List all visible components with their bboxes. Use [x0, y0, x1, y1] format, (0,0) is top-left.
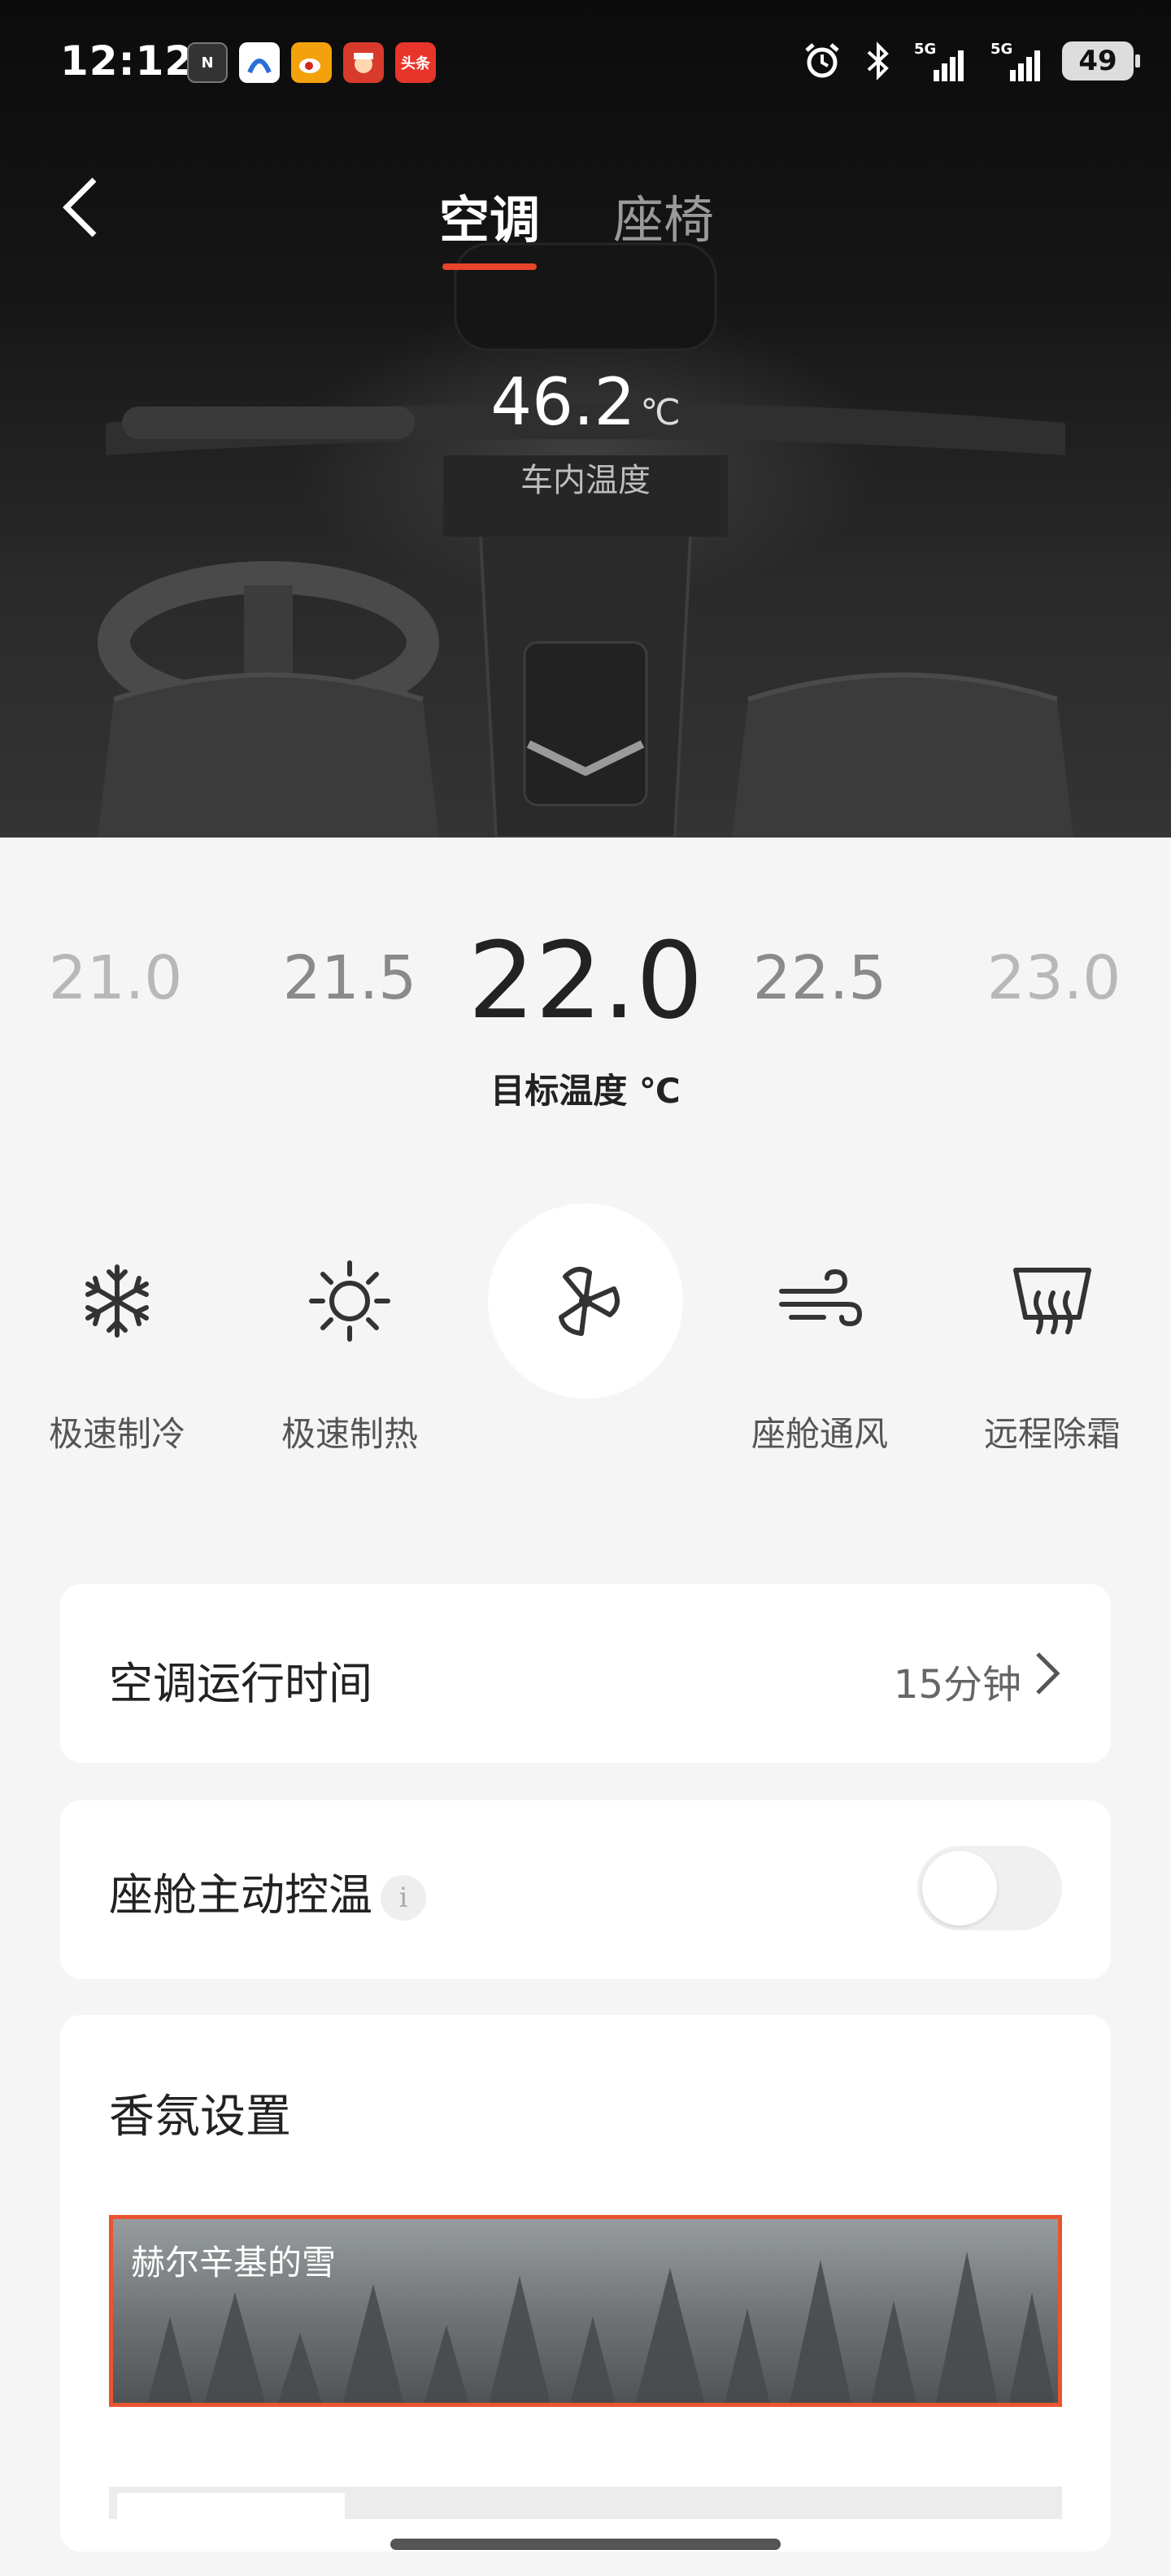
wind-icon: [779, 1268, 863, 1327]
snowflake-icon: [85, 1264, 149, 1338]
temp-option[interactable]: 21.0: [34, 943, 197, 1013]
home-indicator[interactable]: [390, 2539, 781, 2550]
ac-runtime-value: 15分钟: [893, 1662, 1021, 1708]
active-tab-indicator: [442, 263, 538, 270]
tab-air-conditioning[interactable]: 空调: [439, 179, 540, 270]
cabin-temperature: 46.2 ℃: [0, 364, 1171, 440]
mode-label: 极速制热: [281, 1414, 418, 1454]
signal-5g-icon-2: 5G: [986, 37, 1043, 85]
temp-option[interactable]: 22.5: [738, 943, 901, 1013]
status-bar: 12:12 N 头条 5G 5G 49: [0, 0, 1171, 130]
mode-cabin-ventilation[interactable]: 座舱通风: [714, 1203, 925, 1472]
cabin-temperature-unit: ℃: [640, 392, 681, 433]
aroma-tabs-strip: [109, 2487, 1062, 2519]
chevron-right-icon: [1036, 1652, 1060, 1695]
active-temp-control-toggle[interactable]: [917, 1846, 1062, 1930]
toggle-knob: [922, 1851, 997, 1925]
active-temp-control-label: 座舱主动控温: [109, 1869, 372, 1921]
mode-label: 极速制冷: [48, 1414, 185, 1454]
target-temperature-picker[interactable]: 21.0 21.5 22.0 22.5 23.0: [0, 919, 1171, 1042]
toutiao-icon: 头条: [395, 42, 436, 83]
target-temperature-caption: 目标温度 ℃: [490, 1071, 681, 1111]
sun-icon: [309, 1260, 390, 1342]
alarm-icon: [802, 37, 842, 85]
map-app-icon: [239, 42, 280, 83]
ac-runtime-label: 空调运行时间: [109, 1658, 372, 1709]
status-time: 12:12: [60, 37, 194, 85]
temp-option[interactable]: 23.0: [973, 943, 1135, 1013]
chevron-down-icon[interactable]: [520, 736, 651, 785]
notification-icons: N 头条: [187, 42, 436, 83]
app-notification-icon: N: [187, 42, 228, 83]
info-icon[interactable]: i: [381, 1875, 426, 1921]
aroma-settings-title: 香氛设置: [109, 2091, 291, 2143]
game-app-icon: [343, 42, 384, 83]
signal-5g-icon-1: 5G: [914, 37, 966, 85]
defrost-icon: [1013, 1268, 1091, 1334]
mode-label: 远程除霜: [983, 1414, 1121, 1454]
aroma-scent-name: 赫尔辛基的雪: [131, 2243, 337, 2282]
weibo-icon: [291, 42, 332, 83]
aroma-scent-tile-selected[interactable]: 赫尔辛基的雪: [109, 2215, 1062, 2407]
ac-runtime-row[interactable]: 空调运行时间 15分钟: [60, 1584, 1111, 1763]
car-interior-hero: 12:12 N 头条 5G 5G 49 空调 座椅 46.2 ℃ 车内温度: [0, 0, 1171, 838]
battery-indicator: 49: [1062, 41, 1140, 80]
mode-fan[interactable]: [480, 1203, 691, 1472]
signal-label: 5G: [990, 41, 1012, 58]
tab-seats[interactable]: 座椅: [613, 179, 714, 270]
cabin-temperature-value: 46.2: [490, 364, 636, 440]
tab-label: 空调: [439, 190, 541, 250]
back-button[interactable]: [57, 171, 122, 244]
system-icons: 5G 5G 49: [802, 37, 1140, 85]
mode-remote-defrost[interactable]: 远程除霜: [947, 1203, 1158, 1472]
mode-fast-heat[interactable]: 极速制热: [244, 1203, 455, 1472]
active-temp-control-title: 座舱主动控温 i: [109, 1859, 426, 1923]
signal-label: 5G: [914, 41, 936, 58]
mode-label: 座舱通风: [751, 1414, 888, 1454]
header-tabs: 空调 座椅: [439, 179, 714, 270]
climate-modes: 极速制冷 极速制热 座舱通风 远程除霜: [0, 1203, 1171, 1472]
active-temp-control-row: 座舱主动控温 i: [60, 1800, 1111, 1979]
mode-fast-cool[interactable]: 极速制冷: [11, 1203, 223, 1472]
fan-icon: [559, 1267, 620, 1336]
temp-option-selected[interactable]: 22.0: [455, 919, 716, 1042]
back-arrow-icon: [63, 177, 97, 237]
bluetooth-icon: [862, 37, 895, 85]
tab-label: 座椅: [613, 190, 715, 250]
temp-option[interactable]: 21.5: [268, 943, 431, 1013]
aroma-settings-card: 香氛设置 赫尔辛基的雪: [60, 2015, 1111, 2552]
aroma-tab-active[interactable]: [117, 2493, 345, 2519]
cabin-temperature-label: 车内温度: [520, 462, 651, 499]
